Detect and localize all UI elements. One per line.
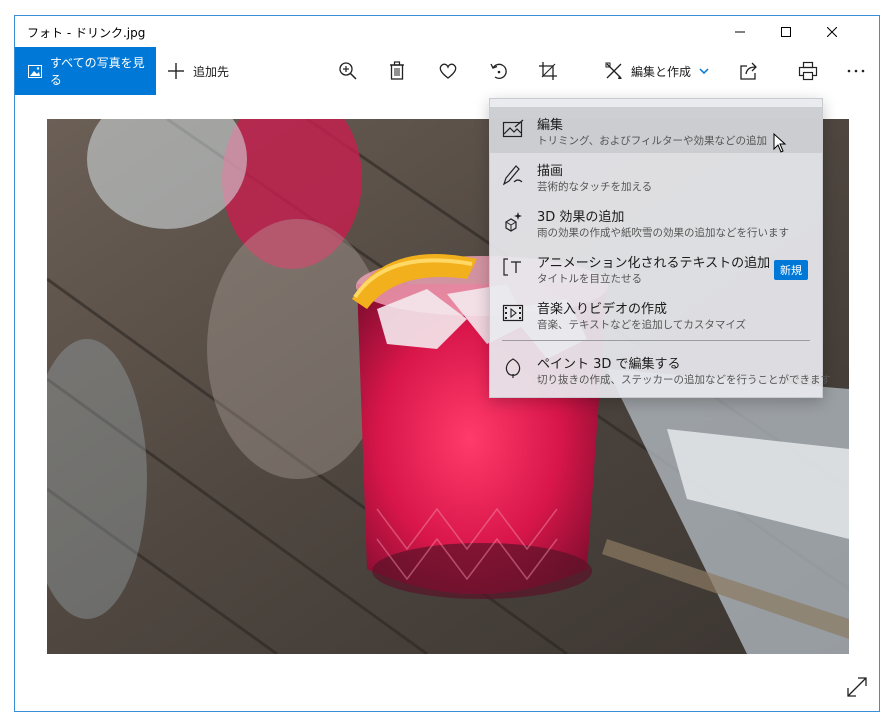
menu-item-title: 描画 [537, 164, 564, 179]
close-icon [827, 26, 837, 37]
close-button[interactable] [809, 16, 855, 47]
video-icon [502, 304, 524, 322]
crop-button[interactable] [536, 59, 560, 83]
menu-item-music-video[interactable]: 音楽入りビデオの作成 音楽、テキストなどを追加してカスタマイズ [490, 291, 822, 337]
menu-item-desc: 芸術的なタッチを加える [537, 181, 653, 193]
edit-create-button[interactable]: 編集と作成 [605, 47, 717, 95]
minimize-icon [735, 31, 745, 32]
menu-item-title: 編集 [537, 118, 564, 133]
maximize-icon [781, 26, 791, 37]
menu-item-desc: トリミング、およびフィルターや効果などの追加 [537, 135, 768, 147]
menu-item-desc: 雨の効果の作成や紙吹雪の効果の追加などを行います [537, 227, 789, 239]
favorite-button[interactable] [436, 59, 460, 83]
3d-effects-icon [505, 212, 522, 232]
menu-item-desc: タイトルを目立たせる [537, 273, 642, 285]
menu-item-draw[interactable]: 描画 芸術的なタッチを加える [490, 153, 822, 199]
animated-text-icon [503, 258, 521, 276]
menu-item-animated-text[interactable]: アニメーション化されるテキストの追加 タイトルを目立たせる 新規 [490, 245, 822, 291]
new-badge: 新規 [774, 260, 808, 280]
menu-item-title: 音楽入りビデオの作成 [537, 302, 668, 317]
edit-create-menu: 編集 トリミング、およびフィルターや効果などの追加 描画 芸術的なタッチを加える… [489, 98, 831, 398]
print-button[interactable] [796, 59, 820, 83]
zoom-button[interactable] [336, 59, 360, 83]
rotate-button[interactable] [487, 59, 511, 83]
see-all-photos-label: すべての写真を見る [49, 56, 145, 87]
heart-icon [439, 63, 457, 79]
add-to-button[interactable]: 追加先 [167, 47, 229, 95]
delete-button[interactable] [385, 59, 409, 83]
see-all-photos-button[interactable]: すべての写真を見る [15, 47, 156, 95]
rotate-icon [490, 63, 507, 79]
add-to-label: 追加先 [193, 64, 230, 79]
menu-item-desc: 音楽、テキストなどを追加してカスタマイズ [537, 319, 747, 331]
menu-item-3d-effects[interactable]: 3D 効果の追加 雨の効果の作成や紙吹雪の効果の追加などを行います [490, 199, 822, 245]
menu-item-title: ペイント 3D で編集する [537, 357, 681, 372]
expand-icon [847, 677, 867, 697]
menu-item-desc: 切り抜きの作成、ステッカーの追加などを行うことができます [537, 374, 831, 386]
crop-icon [539, 62, 557, 80]
more-icon [847, 69, 865, 73]
print-icon [798, 61, 818, 81]
mouse-cursor-icon [773, 133, 787, 153]
toolbar: すべての写真を見る 追加先 編集と作成 [15, 47, 879, 95]
edit-create-icon [605, 62, 622, 79]
window-title: フォト - ドリンク.jpg [27, 26, 146, 40]
menu-item-title: 3D 効果の追加 [537, 210, 625, 225]
zoom-in-icon [339, 62, 357, 80]
title-bar: フォト - ドリンク.jpg [15, 16, 879, 47]
menu-separator [502, 340, 810, 341]
more-button[interactable] [844, 59, 868, 83]
menu-item-paint-3d[interactable]: ペイント 3D で編集する 切り抜きの作成、ステッカーの追加などを行うことができ… [490, 346, 831, 392]
plus-icon [168, 63, 184, 79]
share-button[interactable] [737, 59, 761, 83]
minimize-button[interactable] [717, 16, 763, 47]
maximize-button[interactable] [763, 16, 809, 47]
draw-icon [502, 165, 523, 186]
trash-icon [390, 61, 404, 80]
paint-3d-icon [505, 358, 521, 378]
photo-icon [28, 64, 42, 78]
edit-image-icon [502, 119, 524, 138]
fullscreen-button[interactable] [846, 676, 868, 698]
edit-create-label: 編集と作成 [631, 64, 692, 79]
menu-item-title: アニメーション化されるテキストの追加 [537, 256, 771, 271]
chevron-down-icon [699, 68, 709, 74]
menu-item-edit[interactable]: 編集 トリミング、およびフィルターや効果などの追加 [490, 107, 822, 153]
share-icon [740, 62, 757, 80]
